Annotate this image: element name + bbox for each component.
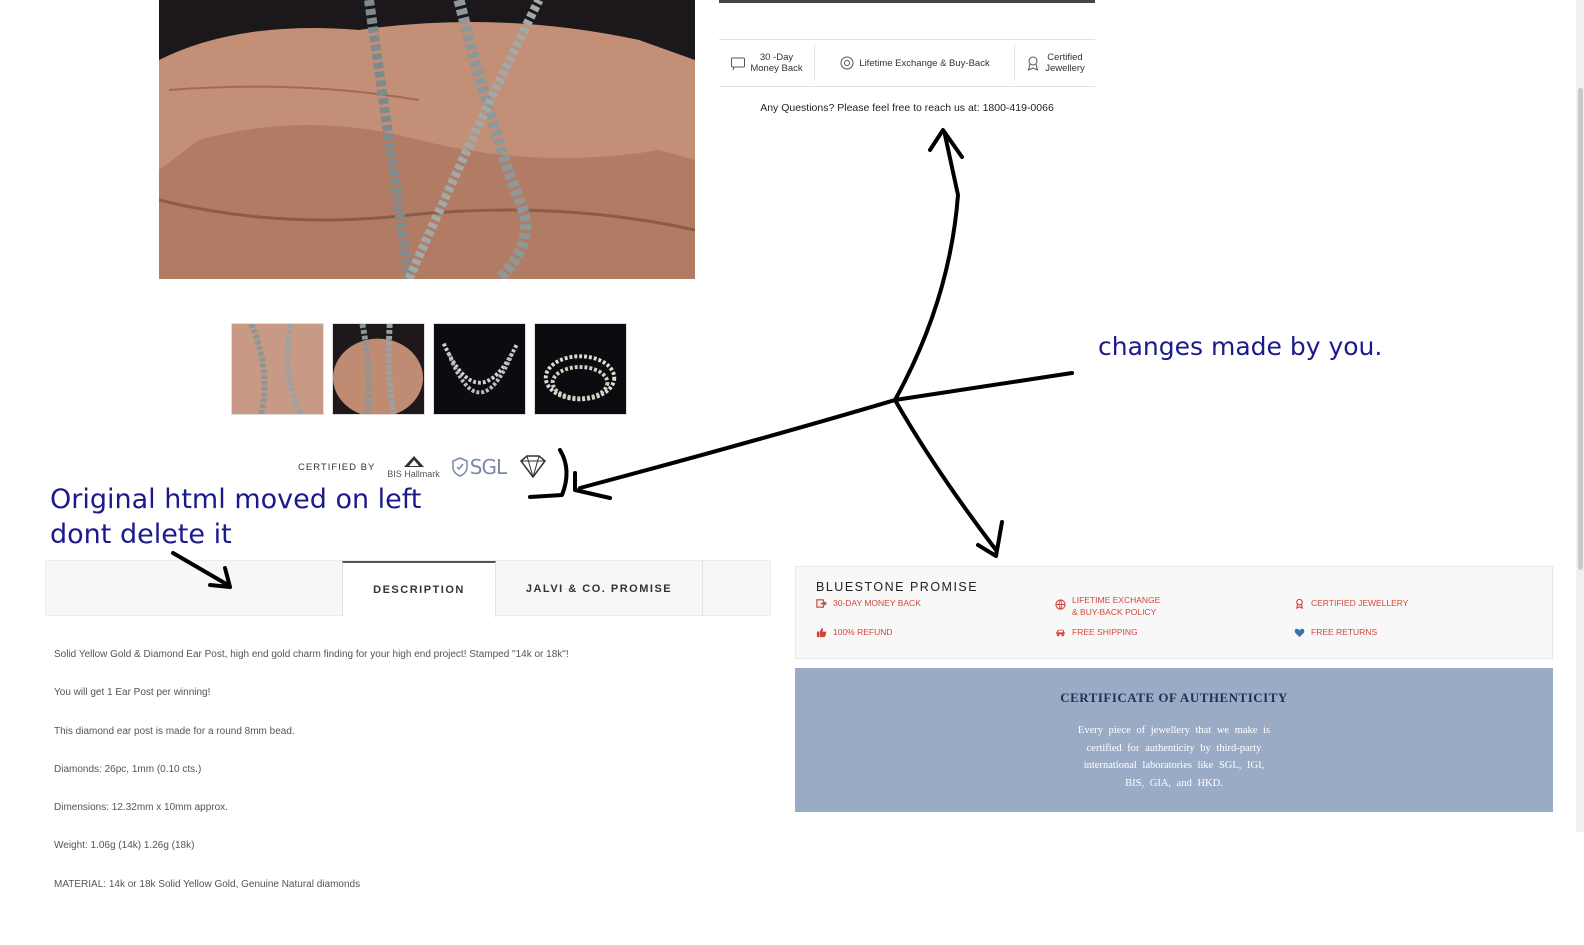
- promise-money-back: 30-DAY MONEY BACK: [816, 597, 921, 609]
- bis-hallmark-label: BIS Hallmark: [387, 469, 440, 479]
- annotation-changes: changes made by you.: [1098, 332, 1383, 361]
- description-line: Diamonds: 26pc, 1mm (0.10 cts.): [54, 763, 202, 775]
- annotation-original-line1: Original html moved on left: [50, 484, 422, 515]
- money-back-icon: [731, 57, 746, 71]
- arrow-hub: [893, 371, 1074, 402]
- lifebuoy-icon: [840, 56, 854, 70]
- annotation-original: Original html moved on left dont delete …: [50, 482, 421, 552]
- tab-jalvi-promise[interactable]: JALVI & CO. PROMISE: [496, 561, 703, 616]
- description-line: MATERIAL: 14k or 18k Solid Yellow Gold, …: [54, 878, 361, 890]
- top-divider: [719, 0, 1095, 3]
- certificate-body: Every piece of jewellery that we make is…: [1077, 725, 1271, 789]
- certified-by: CERTIFIED BY BIS Hallmark SGL: [298, 455, 548, 479]
- award-icon: [1027, 56, 1039, 71]
- product-main-image: [159, 0, 695, 279]
- promise-title: BLUESTONE PROMISE: [816, 580, 979, 594]
- arrow-down-head: [976, 520, 1004, 558]
- promise-free-shipping: FREE SHIPPING: [1055, 626, 1138, 638]
- promise-refund: 100% REFUND: [816, 626, 893, 638]
- trust-bar: 30 -Day Money Back Lifetime Exchange & Bu…: [719, 39, 1095, 87]
- promise-free-shipping-label: FREE SHIPPING: [1072, 627, 1138, 637]
- bis-hallmark-logo: BIS Hallmark: [387, 455, 440, 479]
- tab-description[interactable]: DESCRIPTION: [342, 561, 496, 617]
- description-line: You will get 1 Ear Post per winning!: [54, 687, 211, 699]
- thumbnail-3[interactable]: [433, 323, 526, 415]
- promise-lifetime-line2: & BUY-BACK POLICY: [1072, 607, 1157, 617]
- product-tabs: DESCRIPTION JALVI & CO. PROMISE: [45, 560, 771, 617]
- scrollbar-thumb[interactable]: [1578, 88, 1583, 570]
- description-line: This diamond ear post is made for a roun…: [54, 725, 295, 737]
- thumbnail-2[interactable]: [332, 323, 425, 415]
- trust-certified-line2: Jewellery: [1045, 63, 1085, 74]
- promise-refund-label: 100% REFUND: [833, 627, 893, 637]
- description-line: Weight: 1.06g (14k) 1.26g (18k): [54, 840, 195, 852]
- arrow-down: [893, 398, 998, 552]
- questions-contact: Any Questions? Please feel free to reach…: [760, 102, 1054, 114]
- car-icon: [1056, 629, 1065, 637]
- certified-by-label: CERTIFIED BY: [298, 461, 376, 473]
- money-back-icon: [816, 599, 827, 608]
- bis-triangle-icon: [403, 456, 424, 467]
- promise-certified-label: CERTIFIED JEWELLERY: [1311, 598, 1409, 608]
- annotation-original-line2: dont delete it: [50, 519, 232, 550]
- arrow-left: [578, 398, 897, 490]
- trust-lifetime-exchange: Lifetime Exchange & Buy-Back: [815, 45, 1015, 81]
- description-line: Dimensions: 12.32mm x 10mm approx.: [54, 802, 228, 814]
- promise-lifetime-exchange: LIFETIME EXCHANGE & BUY-BACK POLICY: [1055, 594, 1160, 618]
- promise-free-returns: FREE RETURNS: [1294, 626, 1377, 638]
- trust-certified-line1: Certified: [1047, 52, 1083, 63]
- award-icon: [1295, 598, 1304, 609]
- shield-icon: [452, 457, 468, 477]
- description-line: Solid Yellow Gold & Diamond Ear Post, hi…: [54, 649, 569, 660]
- trust-certified: Certified Jewellery: [1015, 45, 1095, 81]
- thumbs-up-icon: [816, 627, 827, 638]
- thumbnail-strip: [231, 323, 627, 415]
- trust-money-back: 30 -Day Money Back: [719, 45, 815, 81]
- thumbnail-1[interactable]: [231, 323, 324, 415]
- thumbnail-4[interactable]: [534, 323, 627, 415]
- promise-lifetime-line1: LIFETIME EXCHANGE: [1072, 595, 1161, 605]
- trust-lifetime-exchange-label: Lifetime Exchange & Buy-Back: [859, 57, 990, 69]
- sgl-logo: SGL: [452, 455, 507, 479]
- certificate-of-authenticity: CERTIFICATE OF AUTHENTICITY Every piece …: [795, 668, 1553, 812]
- bluestone-promise: BLUESTONE PROMISE 30-DAY MONEY BACK LIFE…: [795, 566, 1553, 659]
- heart-icon: [1294, 628, 1305, 638]
- trust-money-back-line1: 30 -Day: [759, 52, 794, 63]
- description-panel: Solid Yellow Gold & Diamond Ear Post, hi…: [54, 648, 754, 916]
- arrow-up: [893, 133, 960, 402]
- promise-certified: CERTIFIED JEWELLERY: [1294, 597, 1408, 609]
- globe-icon: [1055, 599, 1066, 610]
- trust-money-back-line2: Money Back: [750, 63, 803, 74]
- arrow-up-head: [928, 128, 964, 159]
- certificate-title: CERTIFICATE OF AUTHENTICITY: [1060, 690, 1288, 705]
- sgl-label: SGL: [469, 455, 507, 479]
- diamond-logo-icon: [520, 455, 547, 479]
- promise-money-back-label: 30-DAY MONEY BACK: [833, 598, 921, 608]
- promise-free-returns-label: FREE RETURNS: [1311, 627, 1378, 637]
